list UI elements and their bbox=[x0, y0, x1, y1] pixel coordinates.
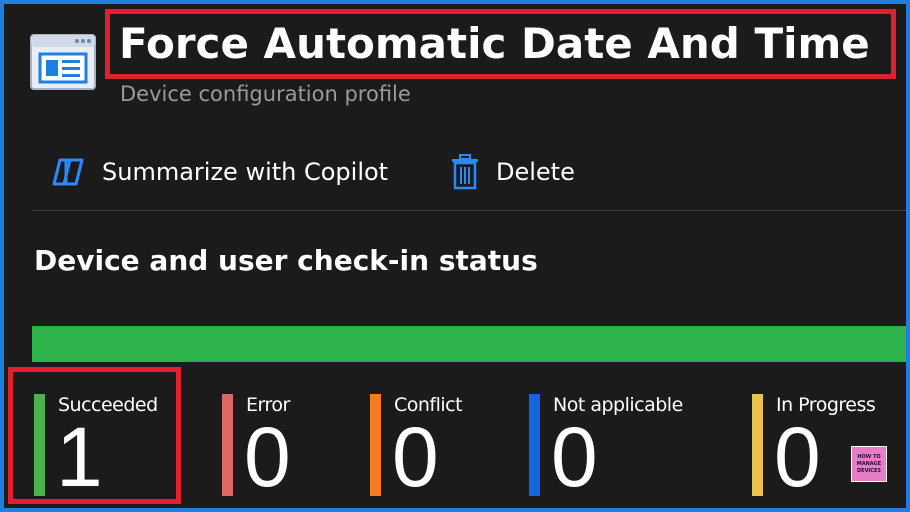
page-title: Force Automatic Date And Time bbox=[119, 19, 870, 68]
checkin-status-heading: Device and user check-in status bbox=[34, 244, 538, 277]
stat-in-progress-value: 0 bbox=[774, 410, 821, 504]
copilot-icon bbox=[50, 154, 86, 190]
stat-not-applicable-value: 0 bbox=[551, 410, 598, 504]
profile-window-icon bbox=[30, 34, 96, 90]
stat-conflict-value: 0 bbox=[392, 410, 439, 504]
logo-line: DEVICES bbox=[857, 467, 881, 474]
succeeded-highlight-box bbox=[8, 367, 181, 504]
delete-button[interactable]: Delete bbox=[450, 152, 575, 192]
page-frame: Force Automatic Date And Time Device con… bbox=[4, 4, 906, 508]
logo-line: MANAGE bbox=[856, 460, 882, 467]
delete-button-label: Delete bbox=[496, 158, 575, 186]
stat-not-applicable-color-bar bbox=[529, 394, 540, 496]
trash-icon bbox=[450, 154, 480, 190]
checkin-status-progress-bar bbox=[32, 326, 906, 362]
stat-conflict-color-bar bbox=[370, 394, 381, 496]
page-subtitle: Device configuration profile bbox=[120, 82, 411, 106]
copilot-button-label: Summarize with Copilot bbox=[102, 158, 389, 186]
toolbar-divider bbox=[32, 210, 906, 211]
logo-line: HOW TO bbox=[857, 453, 881, 460]
progress-bar-fill-succeeded bbox=[32, 326, 906, 362]
stat-error-value: 0 bbox=[244, 410, 291, 504]
stat-in-progress-color-bar bbox=[752, 394, 763, 496]
summarize-with-copilot-button[interactable]: Summarize with Copilot bbox=[50, 152, 388, 192]
how-to-manage-devices-logo: HOW TO MANAGE DEVICES bbox=[851, 446, 887, 482]
stat-error-color-bar bbox=[222, 394, 233, 496]
